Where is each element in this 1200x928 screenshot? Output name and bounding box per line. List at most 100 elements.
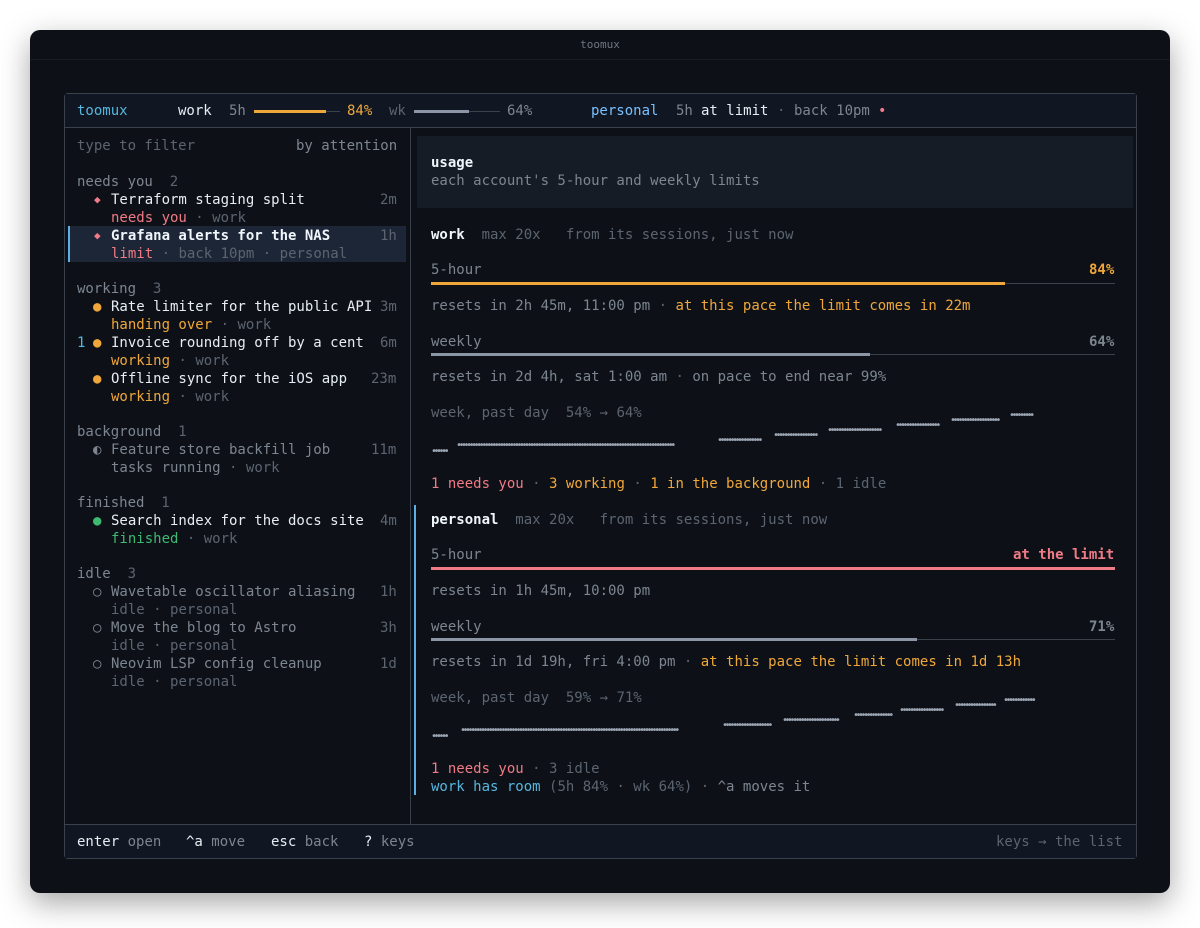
personal-5h-label: 5-hour <box>431 547 482 563</box>
personal-summary-line: 1 needs you · 3 idle <box>431 761 600 777</box>
work-wk-value: 64% <box>507 103 533 119</box>
item-age: 4m <box>380 513 397 529</box>
personal-account-header: personal max 20x from its sessions, just… <box>431 512 828 528</box>
work-summary-line: 1 needs you · 3 working · 1 in the backg… <box>431 476 887 492</box>
window-title: toomux <box>30 30 1170 60</box>
personal-trend-line: week, past day 59% → 71% <box>431 690 642 706</box>
work-account-header: work max 20x from its sessions, just now <box>431 227 794 243</box>
diamond-icon: ◆ <box>94 229 101 242</box>
enter-open-hint[interactable]: enter open <box>77 833 161 851</box>
dot-icon: ● <box>93 335 102 351</box>
item-status-line: working · work <box>111 353 230 369</box>
personal-weekly-progress <box>431 638 917 641</box>
item-age: 23m <box>371 371 397 387</box>
half-circle-icon: ◐ <box>93 442 102 458</box>
item-title: Wavetable oscillator aliasing <box>111 584 356 600</box>
help-keys-hint[interactable]: ? keys <box>364 833 415 851</box>
move-hint[interactable]: ^a move <box>186 833 245 851</box>
personal-5h-reset-line: resets in 1h 45m, 10:00 pm <box>431 583 651 599</box>
personal-weekly-reset-line: resets in 1d 19h, fri 4:00 pm · at this … <box>431 654 1022 670</box>
item-title: Feature store backfill job <box>111 442 331 458</box>
item-age: 1h <box>380 584 397 600</box>
work-wk-label: wk <box>389 103 406 119</box>
item-status-line: finished · work <box>111 531 238 547</box>
work-trend-line: week, past day 54% → 64% <box>431 405 642 421</box>
usage-title: usage <box>431 155 474 171</box>
item-status-line: tasks running · work <box>111 460 280 476</box>
app-name: toomux <box>77 103 128 119</box>
item-age: 1h <box>380 228 397 244</box>
usage-pane: usage each account's 5-hour and weekly l… <box>411 128 1137 825</box>
item-status-line: idle · personal <box>111 638 238 654</box>
item-title: Neovim LSP config cleanup <box>111 656 322 672</box>
item-title: Grafana alerts for the NAS <box>111 228 331 244</box>
item-title: Offline sync for the iOS app <box>111 371 348 387</box>
item-title: Invoice rounding off by a cent <box>111 335 364 351</box>
group-header-background: background 1 <box>77 424 187 440</box>
item-status-line: limit · back 10pm · personal <box>111 246 348 262</box>
filter-input[interactable]: type to filter <box>77 137 195 155</box>
group-header-needs-you: needs you 2 <box>77 174 179 190</box>
personal-5h-label: 5h <box>676 103 693 119</box>
work-weekly-value: 64% <box>1089 334 1115 350</box>
personal-5h-value: at the limit <box>1013 547 1115 563</box>
work-5h-progress <box>431 282 1005 285</box>
item-status-line: needs you · work <box>111 210 246 226</box>
separator: · <box>777 103 786 119</box>
personal-weekly-label: weekly <box>431 619 482 635</box>
personal-back-time: back 10pm <box>794 103 870 119</box>
circle-icon: ○ <box>93 656 102 672</box>
personal-weekly-value: 71% <box>1089 619 1115 635</box>
work-weekly-label: weekly <box>431 334 482 350</box>
usage-subtitle: each account's 5-hour and weekly limits <box>431 173 760 189</box>
personal-focus-bar <box>414 505 416 795</box>
item-title: Rate limiter for the public API <box>111 299 373 315</box>
item-title: Search index for the docs site <box>111 513 364 529</box>
item-age: 3m <box>380 299 397 315</box>
item-age: 2m <box>380 192 397 208</box>
work-5h-value: 84% <box>1089 262 1115 278</box>
work-5h-label: 5h <box>229 103 246 119</box>
item-age: 6m <box>380 335 397 351</box>
move-hint-line: work has room (5h 84% · wk 64%) · ^a mov… <box>431 779 811 795</box>
work-5h-label: 5-hour <box>431 262 482 278</box>
work-wk-meter <box>414 110 469 113</box>
key-hints-bar: enter open ^a move esc back ? keys keys … <box>65 824 1136 858</box>
group-header-finished: finished 1 <box>77 495 170 511</box>
personal-5h-status: at limit <box>701 103 769 119</box>
work-5h-meter <box>254 110 326 113</box>
item-age: 1d <box>380 656 397 672</box>
item-age: 11m <box>371 442 397 458</box>
item-title: Terraform staging split <box>111 192 305 208</box>
item-status-line: handing over · work <box>111 317 272 333</box>
dot-icon: ● <box>93 371 102 387</box>
circle-icon: ○ <box>93 584 102 600</box>
item-age: 3h <box>380 620 397 636</box>
dot-icon: ● <box>93 299 102 315</box>
personal-account-label: personal <box>591 103 659 119</box>
work-weekly-progress <box>431 353 870 356</box>
item-status-line: idle · personal <box>111 674 238 690</box>
work-weekly-reset-line: resets in 2d 4h, sat 1:00 am · on pace t… <box>431 369 887 385</box>
usage-header-card: usage each account's 5-hour and weekly l… <box>417 136 1133 208</box>
item-status-line: idle · personal <box>111 602 238 618</box>
limit-dot-icon: • <box>878 103 887 119</box>
tui-frame: toomux work 5h 84% wk 64% personal 5h at… <box>64 93 1137 859</box>
work-account-label: work <box>178 103 212 119</box>
diamond-icon: ◆ <box>94 193 101 206</box>
dot-icon: ● <box>93 513 102 529</box>
focus-hint: keys → the list <box>996 834 1123 850</box>
sort-mode[interactable]: by attention <box>296 137 397 155</box>
esc-back-hint[interactable]: esc back <box>271 833 338 851</box>
status-bar: toomux work 5h 84% wk 64% personal 5h at… <box>65 94 1136 128</box>
work-5h-reset-line: resets in 2h 45m, 11:00 pm · at this pac… <box>431 298 971 314</box>
personal-5h-progress <box>431 567 1115 570</box>
app-window: toomux toomux work 5h 84% wk 64% persona… <box>30 30 1170 893</box>
item-title: Move the blog to Astro <box>111 620 297 636</box>
circle-icon: ○ <box>93 620 102 636</box>
group-header-idle: idle 3 <box>77 566 137 582</box>
work-5h-value: 84% <box>347 103 373 119</box>
slot-marker: 1 <box>77 335 86 351</box>
item-status-line: working · work <box>111 389 230 405</box>
group-header-working: working 3 <box>77 281 162 297</box>
